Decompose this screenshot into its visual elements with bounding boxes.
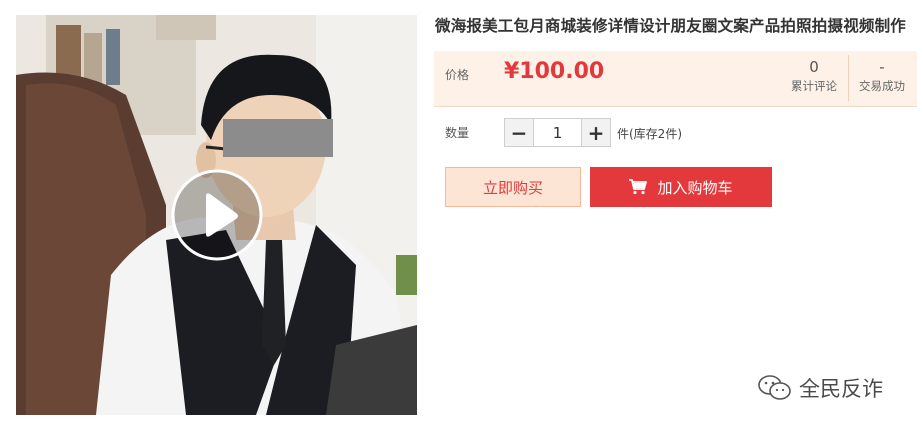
stat-divider <box>848 55 849 101</box>
quantity-increase-button[interactable]: + <box>581 119 610 146</box>
quantity-input[interactable] <box>534 119 581 146</box>
deals-count: - <box>879 58 885 76</box>
play-button[interactable] <box>170 168 264 262</box>
add-to-cart-label: 加入购物车 <box>657 178 733 197</box>
reviews-stat[interactable]: 0 累计评论 <box>784 57 844 94</box>
price-label: 价格 <box>445 68 470 82</box>
quantity-stepper: − + <box>504 118 611 147</box>
add-to-cart-button[interactable]: 加入购物车 <box>590 167 772 207</box>
watermark-text: 全民反诈 <box>799 377 883 401</box>
product-title: 微海报美工包月商城装修详情设计朋友圈文案产品拍照拍摄视频制作 <box>435 17 907 35</box>
cart-icon <box>629 179 648 195</box>
buy-now-button[interactable]: 立即购买 <box>445 167 581 207</box>
quantity-label: 数量 <box>445 126 470 140</box>
stock-info: 件(库存2件) <box>617 127 682 141</box>
buy-now-label: 立即购买 <box>482 178 543 197</box>
deals-label: 交易成功 <box>859 79 905 93</box>
play-icon <box>171 169 263 261</box>
reviews-label: 累计评论 <box>791 79 837 93</box>
price-panel: 价格 ¥100.00 0 累计评论 - 交易成功 <box>434 51 917 107</box>
price-value: ¥100.00 <box>504 59 605 84</box>
watermark: 全民反诈 <box>757 373 883 403</box>
deals-stat: - 交易成功 <box>854 57 910 94</box>
quantity-decrease-button[interactable]: − <box>505 119 534 146</box>
wechat-icon <box>758 375 791 400</box>
product-video-thumbnail[interactable] <box>16 15 417 415</box>
reviews-count: 0 <box>809 58 819 76</box>
